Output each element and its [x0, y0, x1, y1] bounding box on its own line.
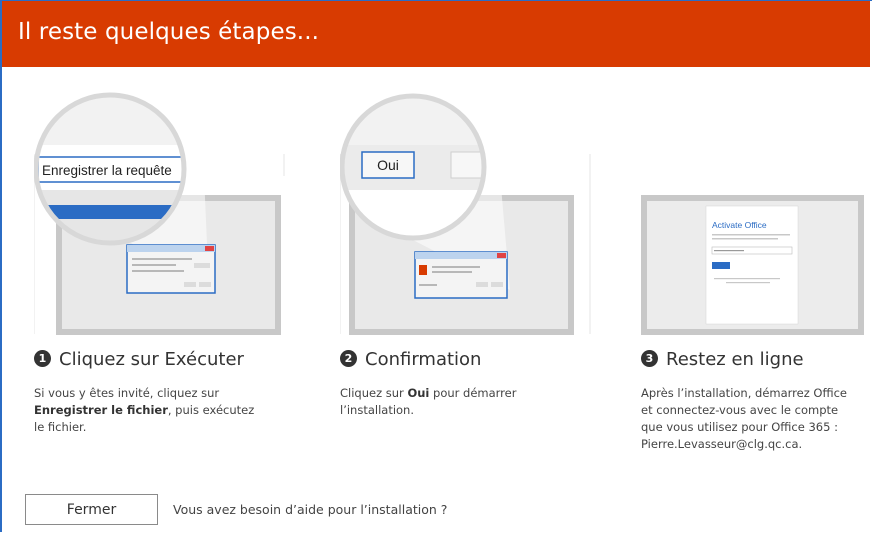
callout-save-request-label: Enregistrer la requête: [42, 163, 172, 178]
step-2-description: Cliquez sur Oui pour démarrer l’installa…: [340, 385, 570, 419]
dialog-title: Il reste quelques étapes...: [18, 19, 320, 45]
step-1-illustration: Enregistrer la requête: [34, 92, 285, 335]
close-button[interactable]: Fermer: [25, 494, 158, 525]
step-1-title-text: Cliquez sur Exécuter: [59, 349, 244, 370]
step-2-title: 2 Confirmation: [340, 349, 481, 370]
step-1-number-icon: 1: [34, 350, 51, 367]
dialog-header: Il reste quelques étapes...: [2, 1, 870, 67]
step-1-description: Si vous y êtes invité, cliquez sur Enreg…: [34, 385, 264, 436]
step-1-title: 1 Cliquez sur Exécuter: [34, 349, 244, 370]
help-install-link[interactable]: Vous avez besoin d’aide pour l’installat…: [173, 502, 447, 517]
step-1-desc-before: Si vous y êtes invité, cliquez sur: [34, 386, 220, 400]
step-2-illustration: Oui: [340, 93, 591, 335]
step-1-desc-bold: Enregistrer le fichier: [34, 403, 168, 417]
step-3-title: 3 Restez en ligne: [641, 349, 804, 370]
step-3-title-text: Restez en ligne: [666, 349, 804, 370]
step-3-desc-before: Après l’installation, démarrez Office et…: [641, 386, 847, 451]
step-3-number-icon: 3: [641, 350, 658, 367]
activate-office-dialog-title: Activate Office: [712, 220, 767, 230]
step-3-illustration: Activate Office: [641, 195, 864, 335]
step-2-number-icon: 2: [340, 350, 357, 367]
step-2-title-text: Confirmation: [365, 349, 482, 370]
step-3-description: Après l’installation, démarrez Office et…: [641, 385, 856, 453]
callout-yes-label: Oui: [377, 157, 399, 173]
step-2-desc-bold: Oui: [407, 386, 430, 400]
step-2-desc-before: Cliquez sur: [340, 386, 408, 400]
